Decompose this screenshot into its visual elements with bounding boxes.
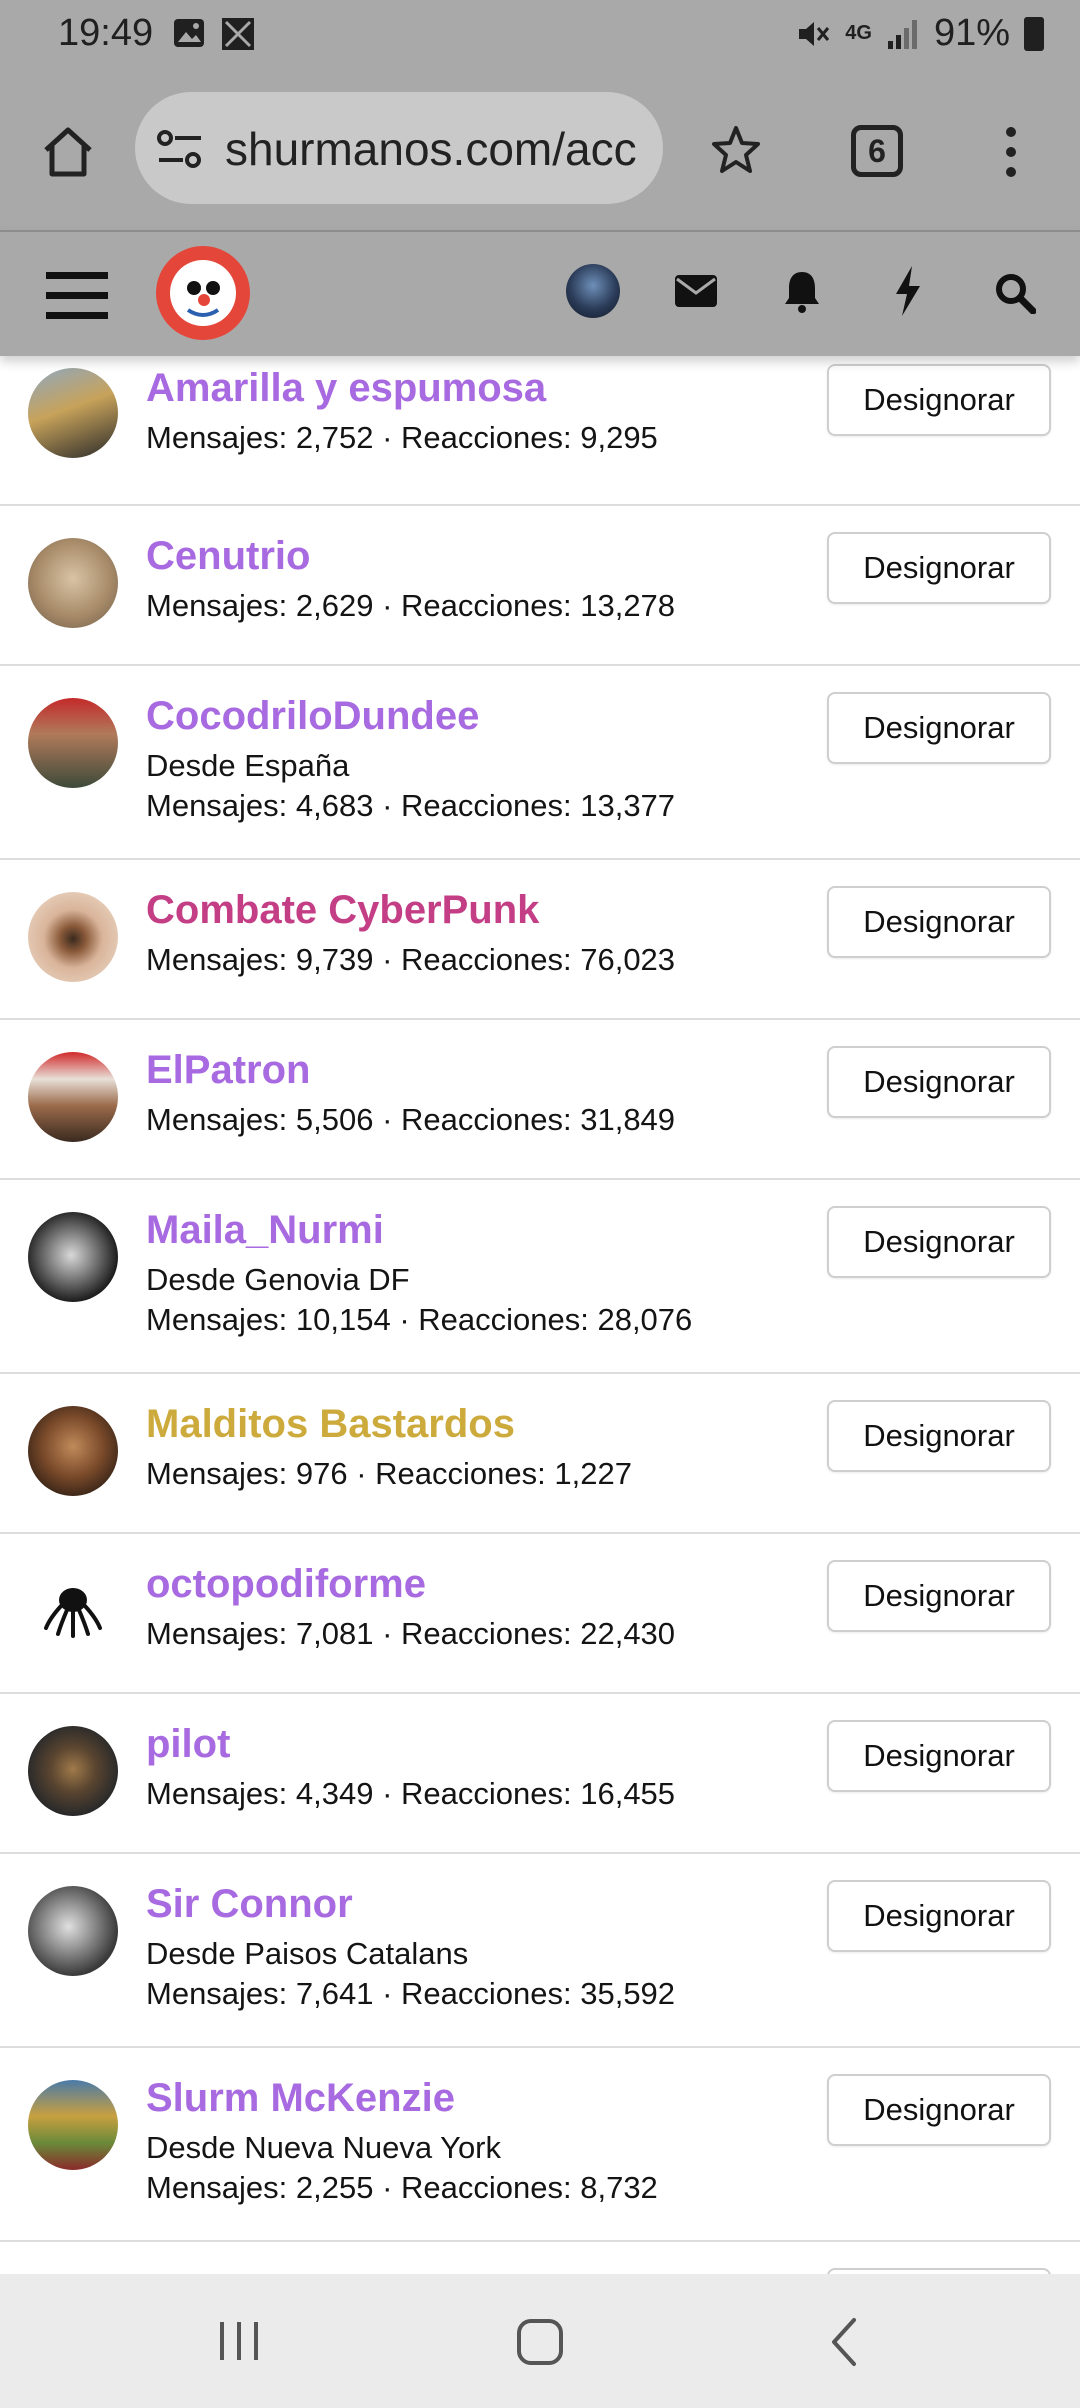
username-link[interactable]: Cenutrio	[146, 534, 310, 579]
octopus-icon	[44, 1588, 102, 1638]
lightning-icon[interactable]	[892, 266, 924, 316]
unignore-button[interactable]: Designorar	[827, 1046, 1051, 1118]
gallery-icon	[174, 19, 204, 47]
list-item: octopodiforme Mensajes: 7,081 · Reaccion…	[0, 1534, 1080, 1694]
user-avatar[interactable]	[28, 368, 118, 458]
user-stats: Mensajes: 2,629 · Reacciones: 13,278	[146, 588, 676, 623]
username-link[interactable]: Malditos Bastardos	[146, 1402, 515, 1447]
address-bar[interactable]: shurmanos.com/acc	[135, 92, 663, 204]
user-location: Desde Paisos Catalans	[146, 1936, 469, 1971]
user-stats: Mensajes: 4,349 · Reacciones: 16,455	[146, 1776, 676, 1811]
status-right: 4G 91%	[795, 12, 1044, 55]
user-avatar[interactable]	[28, 1212, 118, 1302]
user-stats: Mensajes: 5,506 · Reacciones: 31,849	[146, 1102, 676, 1137]
list-item: Combate CyberPunk Mensajes: 9,739 · Reac…	[0, 860, 1080, 1020]
site-settings-icon[interactable]	[155, 128, 205, 172]
status-time: 19:49	[58, 12, 154, 54]
list-item: Sir Connor Desde Paisos Catalans Mensaje…	[0, 1854, 1080, 2048]
user-location: Desde España	[146, 748, 350, 783]
unignore-button[interactable]: Designorar	[827, 1720, 1051, 1792]
user-avatar[interactable]	[28, 1726, 118, 1816]
user-stats: Mensajes: 9,739 · Reacciones: 76,023	[146, 942, 676, 977]
user-avatar[interactable]	[28, 698, 118, 788]
user-stats: Mensajes: 7,641 · Reacciones: 35,592	[146, 1976, 676, 2011]
search-icon[interactable]	[994, 272, 1036, 314]
inbox-icon[interactable]	[674, 274, 718, 308]
user-location: Desde Genovia DF	[146, 1262, 410, 1297]
unignore-button[interactable]: Designorar	[827, 1206, 1051, 1278]
unignore-button[interactable]: Designorar	[827, 1400, 1051, 1472]
bookmark-star-icon[interactable]	[710, 124, 762, 176]
more-menu-icon[interactable]	[996, 122, 1026, 182]
username-link[interactable]: Combate CyberPunk	[146, 888, 539, 933]
hamburger-menu-icon[interactable]	[46, 270, 108, 322]
user-stats: Mensajes: 7,081 · Reacciones: 22,430	[146, 1616, 676, 1651]
username-link[interactable]: ElPatron	[146, 1048, 310, 1093]
network-type: 4G	[845, 22, 872, 44]
user-stats: Mensajes: 4,683 · Reacciones: 13,377	[146, 788, 676, 823]
username-link[interactable]: octopodiforme	[146, 1562, 426, 1607]
user-avatar[interactable]	[28, 538, 118, 628]
username-link[interactable]: Slurm McKenzie	[146, 2076, 455, 2121]
site-logo[interactable]	[156, 246, 250, 340]
battery-icon	[1024, 16, 1044, 51]
unignore-button[interactable]: Designorar	[827, 2074, 1051, 2146]
bell-icon[interactable]	[782, 268, 822, 314]
unignore-button[interactable]: Designorar	[827, 1880, 1051, 1952]
list-item: ElPatron Mensajes: 5,506 · Reacciones: 3…	[0, 1020, 1080, 1180]
user-stats: Mensajes: 10,154 · Reacciones: 28,076	[146, 1302, 693, 1337]
list-item	[0, 2242, 1080, 2274]
unignore-button[interactable]: Designorar	[827, 692, 1051, 764]
signal-icon	[887, 19, 917, 49]
username-link[interactable]: pilot	[146, 1722, 230, 1767]
system-navigation-bar	[0, 2274, 1080, 2408]
unignore-button[interactable]: Designorar	[827, 886, 1051, 958]
home-icon[interactable]	[38, 122, 98, 182]
status-bar: 19:49 4G 91%	[0, 0, 1080, 70]
tab-switcher-button[interactable]: 6	[851, 125, 903, 177]
ignored-users-list: Amarilla y espumosa Mensajes: 2,752 · Re…	[0, 356, 1080, 2274]
user-stats: Mensajes: 2,752 · Reacciones: 9,295	[146, 420, 658, 455]
list-item: Malditos Bastardos Mensajes: 976 · Reacc…	[0, 1374, 1080, 1534]
user-avatar[interactable]	[28, 892, 118, 982]
user-stats: Mensajes: 2,255 · Reacciones: 8,732	[146, 2170, 658, 2205]
username-link[interactable]: Amarilla y espumosa	[146, 366, 546, 411]
user-avatar[interactable]	[28, 2080, 118, 2170]
user-avatar[interactable]	[28, 1052, 118, 1142]
unignore-button[interactable]: Designorar	[827, 532, 1051, 604]
user-location: Desde Nueva Nueva York	[146, 2130, 502, 2165]
username-link[interactable]: Maila_Nurmi	[146, 1208, 384, 1253]
user-avatar[interactable]	[28, 1406, 118, 1496]
username-link[interactable]: CocodriloDundee	[146, 694, 479, 739]
list-item: Maila_Nurmi Desde Genovia DF Mensajes: 1…	[0, 1180, 1080, 1374]
mute-icon	[799, 21, 830, 46]
battery-percent: 91%	[933, 12, 1010, 54]
unignore-button[interactable]: Designorar	[827, 364, 1051, 436]
site-header	[0, 230, 1080, 356]
user-avatar[interactable]	[28, 1566, 118, 1656]
username-link[interactable]: Sir Connor	[146, 1882, 353, 1927]
user-avatar[interactable]	[28, 1886, 118, 1976]
notification-icons	[172, 16, 256, 52]
back-icon[interactable]	[826, 2316, 862, 2368]
user-avatar[interactable]	[566, 264, 620, 318]
list-item: pilot Mensajes: 4,349 · Reacciones: 16,4…	[0, 1694, 1080, 1854]
url-text[interactable]: shurmanos.com/acc	[225, 122, 637, 176]
list-item: CocodriloDundee Desde España Mensajes: 4…	[0, 666, 1080, 860]
list-item: Slurm McKenzie Desde Nueva Nueva York Me…	[0, 2048, 1080, 2242]
list-item: Amarilla y espumosa Mensajes: 2,752 · Re…	[0, 356, 1080, 506]
user-stats: Mensajes: 976 · Reacciones: 1,227	[146, 1456, 632, 1491]
app-notification-icon	[222, 18, 254, 50]
home-button-icon[interactable]	[515, 2317, 565, 2367]
list-item: Cenutrio Mensajes: 2,629 · Reacciones: 1…	[0, 506, 1080, 666]
browser-toolbar: shurmanos.com/acc 6	[0, 70, 1080, 230]
unignore-button[interactable]: Designorar	[827, 1560, 1051, 1632]
recent-apps-icon[interactable]	[214, 2318, 264, 2364]
